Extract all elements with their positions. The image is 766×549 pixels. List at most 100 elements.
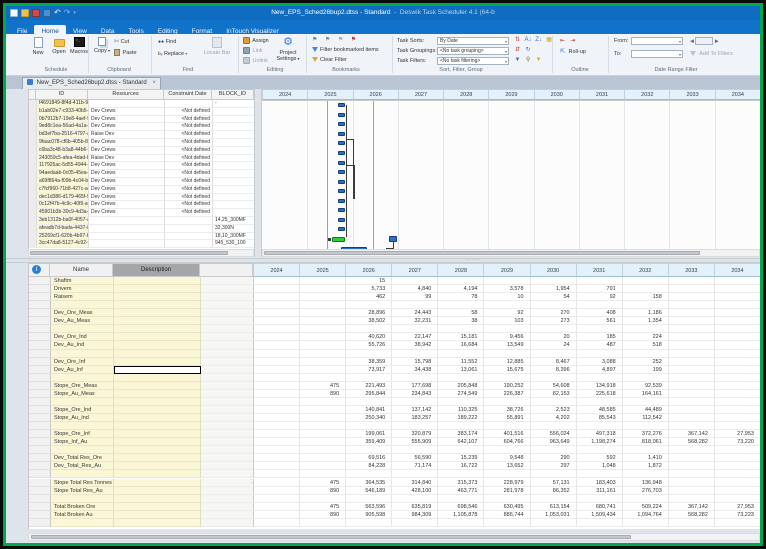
value-cell[interactable] (300, 462, 346, 470)
task-row[interactable]: c7fcf960-71b8-427c-addDev Crews<Not defi… (29, 186, 254, 194)
info-icon[interactable]: i (32, 265, 41, 274)
task-cell-cd[interactable]: <Not defined (165, 123, 213, 131)
value-cell[interactable] (254, 366, 300, 374)
gantt-bar-blue[interactable] (338, 218, 345, 222)
value-cell[interactable] (623, 422, 669, 430)
value-cell[interactable] (669, 446, 715, 454)
value-cell[interactable] (715, 341, 760, 349)
year-header-2024[interactable]: 2024 (253, 263, 299, 277)
step-value-box[interactable] (695, 37, 713, 45)
bookmark-next-icon[interactable]: ⚑ (325, 37, 333, 43)
row-selector-cell[interactable] (29, 201, 37, 209)
value-cell[interactable]: 642,107 (438, 438, 484, 446)
task-cell-blk[interactable] (213, 147, 254, 155)
value-cell[interactable] (300, 398, 346, 406)
value-cell[interactable]: 818,061 (623, 438, 669, 446)
filter-funnel-icon[interactable]: ▼ (534, 57, 543, 64)
value-cell[interactable] (531, 470, 577, 478)
close-tab-icon[interactable]: × (152, 80, 156, 86)
row-selector-cell[interactable] (29, 147, 37, 155)
value-cell[interactable]: 8,396 (531, 366, 577, 374)
value-cell[interactable]: 58 (438, 309, 484, 317)
value-cell[interactable] (669, 333, 715, 341)
value-cell[interactable] (346, 495, 392, 503)
value-cell[interactable]: 311,161 (577, 487, 623, 495)
value-cell[interactable] (346, 350, 392, 358)
task-cell-res[interactable]: Dev Crews (89, 201, 165, 209)
name-cell[interactable] (51, 470, 114, 478)
task-cell-cd[interactable] (165, 233, 213, 241)
value-cell[interactable]: 82,153 (531, 390, 577, 398)
year-header-2026[interactable]: 2026 (345, 263, 391, 277)
task-table-hscrollbar-thumb[interactable] (30, 251, 228, 255)
task-cell-blk[interactable] (213, 209, 254, 217)
task-cell-id[interactable]: 45901b3b-30c9-4d3a-a3 (37, 209, 89, 217)
value-cell[interactable] (715, 454, 760, 462)
name-cell[interactable]: Stope Total Res_Au (51, 487, 114, 495)
value-cell[interactable]: 185 (577, 333, 623, 341)
value-cell[interactable] (715, 487, 760, 495)
value-cell[interactable] (715, 479, 760, 487)
name-cell[interactable]: Dev_Total Res_Ore (51, 454, 114, 462)
value-cell[interactable]: 86,352 (531, 487, 577, 495)
task-cell-blk[interactable] (213, 201, 254, 209)
value-cell[interactable] (300, 333, 346, 341)
value-cell[interactable] (669, 454, 715, 462)
value-cell[interactable]: 136,948 (623, 479, 669, 487)
task-cell-res[interactable]: Dev Crews (89, 147, 165, 155)
value-cell[interactable] (300, 495, 346, 503)
value-cell[interactable] (484, 374, 530, 382)
value-cell[interactable] (669, 519, 715, 527)
row-selector-cell[interactable] (29, 170, 37, 178)
value-cell[interactable]: 568,282 (669, 511, 715, 519)
gantt-bar-blue[interactable] (338, 122, 345, 126)
column-header-description[interactable]: Description (113, 263, 200, 277)
year-header-2028[interactable]: 2028 (443, 89, 488, 100)
value-cell[interactable] (577, 277, 623, 285)
value-cell[interactable] (669, 366, 715, 374)
value-cell[interactable]: 497,318 (577, 430, 623, 438)
name-cell[interactable] (51, 374, 114, 382)
value-cell[interactable]: 5,733 (346, 285, 392, 293)
value-cell[interactable]: 463,771 (438, 487, 484, 495)
value-cell[interactable] (484, 470, 530, 478)
value-cell[interactable] (300, 293, 346, 301)
value-cell[interactable] (669, 277, 715, 285)
year-header-2033[interactable]: 2033 (668, 263, 714, 277)
value-cell[interactable] (715, 293, 760, 301)
value-cell[interactable] (254, 446, 300, 454)
value-cell[interactable]: 963,649 (531, 438, 577, 446)
sort-icon-cluster-row3[interactable]: ▼ ⚲ ▼ (513, 56, 543, 65)
name-cell[interactable] (51, 422, 114, 430)
task-cell-res[interactable] (89, 225, 165, 233)
year-header-2034[interactable]: 2034 (714, 263, 760, 277)
value-cell[interactable] (346, 422, 392, 430)
task-cell-cd[interactable]: <Not defined (165, 201, 213, 209)
value-cell[interactable]: 4,897 (577, 366, 623, 374)
filter-search-icon[interactable]: ⚲ (524, 57, 533, 64)
task-cell-id[interactable]: c6ba3c48-b3a8-44b6-a7 (37, 147, 89, 155)
task-cell-blk[interactable]: 945_530_100 (213, 240, 254, 248)
value-cell[interactable]: 24,443 (392, 309, 438, 317)
value-cell[interactable]: 290 (531, 454, 577, 462)
name-cell[interactable]: Raisem (51, 293, 114, 301)
value-cell[interactable] (623, 398, 669, 406)
cut-button[interactable]: ✄ Cut (114, 38, 129, 47)
row-selector-cell[interactable] (29, 317, 51, 325)
row-selector-cell[interactable] (29, 366, 51, 374)
value-cell[interactable]: 92 (577, 293, 623, 301)
value-cell[interactable] (392, 495, 438, 503)
filter-bookmarked-button[interactable]: Filter bookmarked items (312, 46, 379, 55)
value-cell[interactable]: 13,549 (484, 341, 530, 349)
value-cell[interactable] (254, 285, 300, 293)
task-cell-res[interactable]: Dev Crews (89, 123, 165, 131)
copy-button[interactable]: Copy ▾ (91, 36, 113, 66)
value-cell[interactable] (254, 406, 300, 414)
value-cell[interactable] (577, 495, 623, 503)
value-cell[interactable]: 563,596 (346, 503, 392, 511)
task-cell-blk[interactable] (213, 108, 254, 116)
description-cell[interactable] (114, 495, 201, 503)
task-cell-cd[interactable]: <Not defined (165, 139, 213, 147)
row-selector-cell[interactable] (29, 139, 37, 147)
bottom-hscrollbar[interactable] (28, 533, 760, 541)
